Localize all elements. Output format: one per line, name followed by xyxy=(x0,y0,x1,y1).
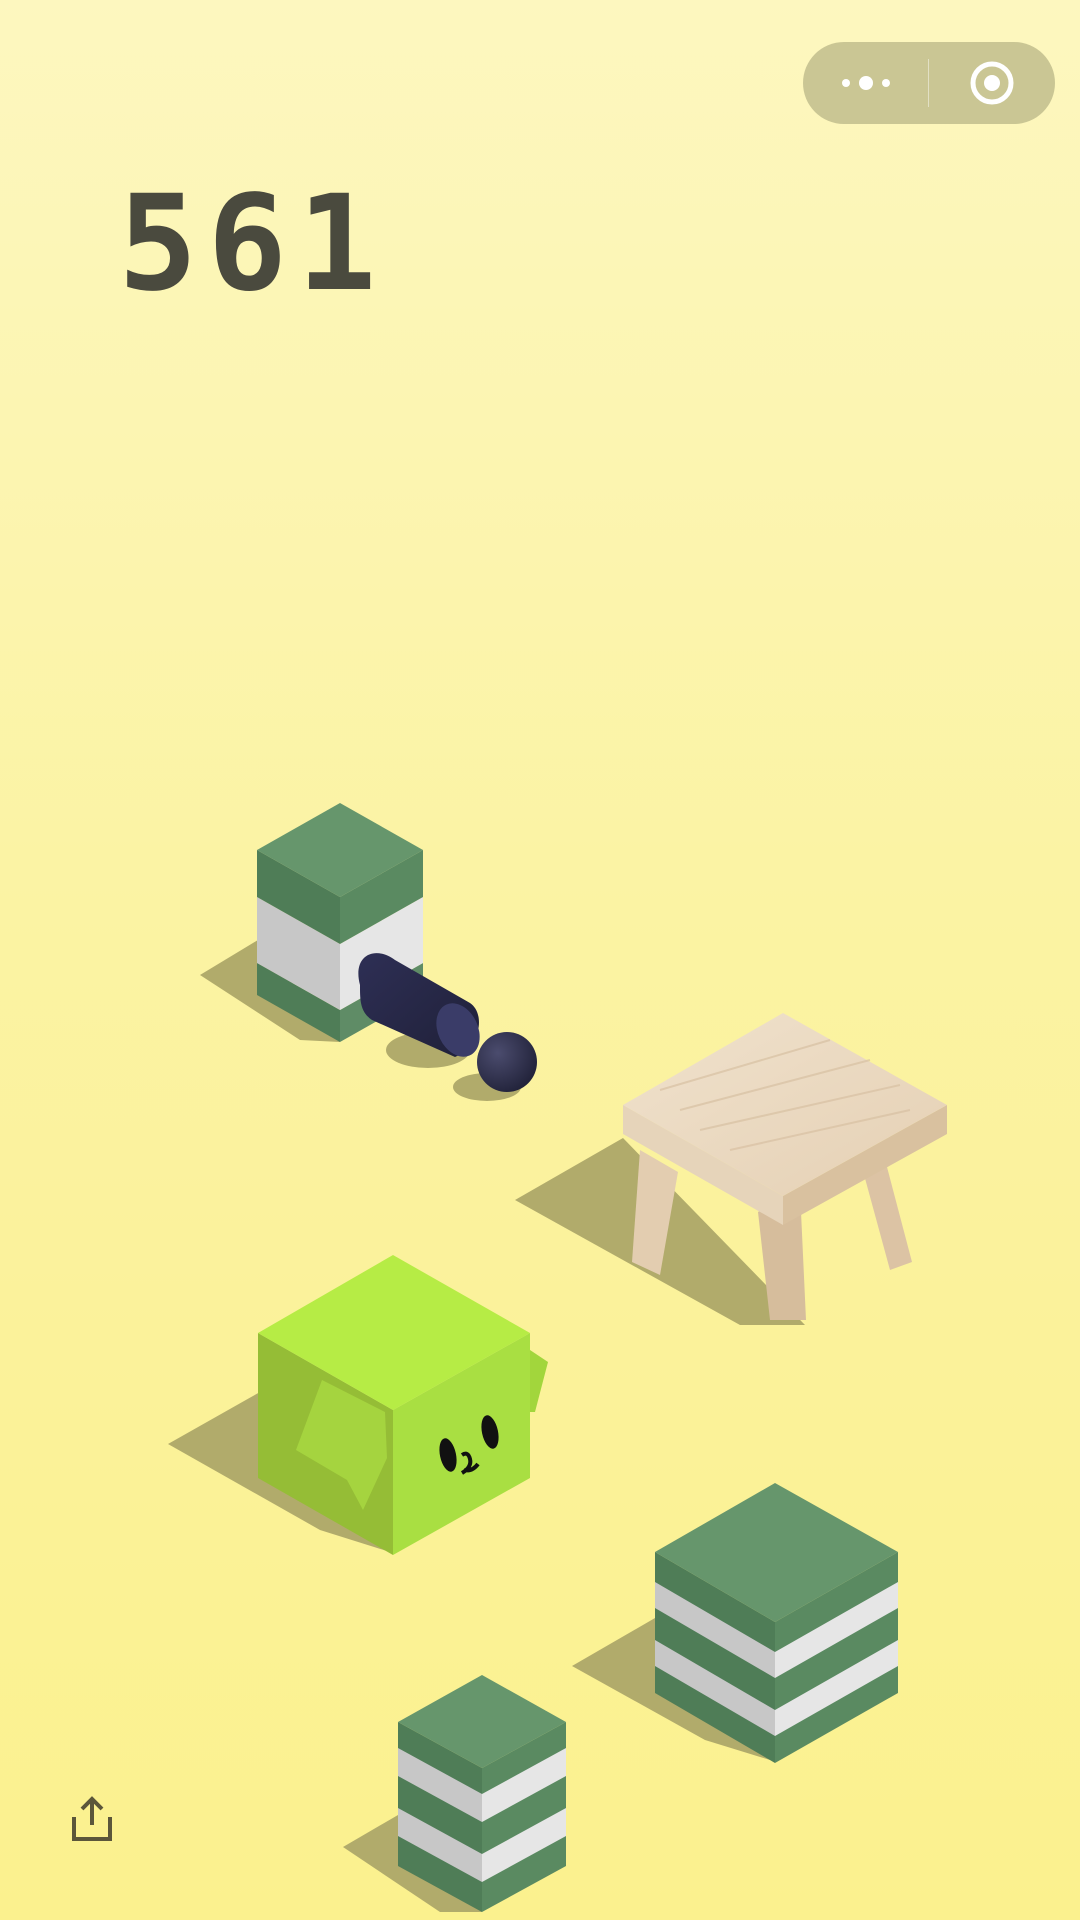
more-dots-icon xyxy=(841,76,890,90)
mini-program-capsule xyxy=(803,42,1055,124)
share-button[interactable] xyxy=(70,1795,114,1843)
close-mini-program-button[interactable] xyxy=(929,42,1055,124)
more-menu-button[interactable] xyxy=(803,42,928,124)
cannon-ball xyxy=(477,1032,537,1092)
target-close-icon xyxy=(970,61,1014,105)
score-counter: 561 xyxy=(118,167,387,321)
striped-block-bottom xyxy=(398,1675,566,1912)
share-upload-icon xyxy=(72,1796,112,1841)
